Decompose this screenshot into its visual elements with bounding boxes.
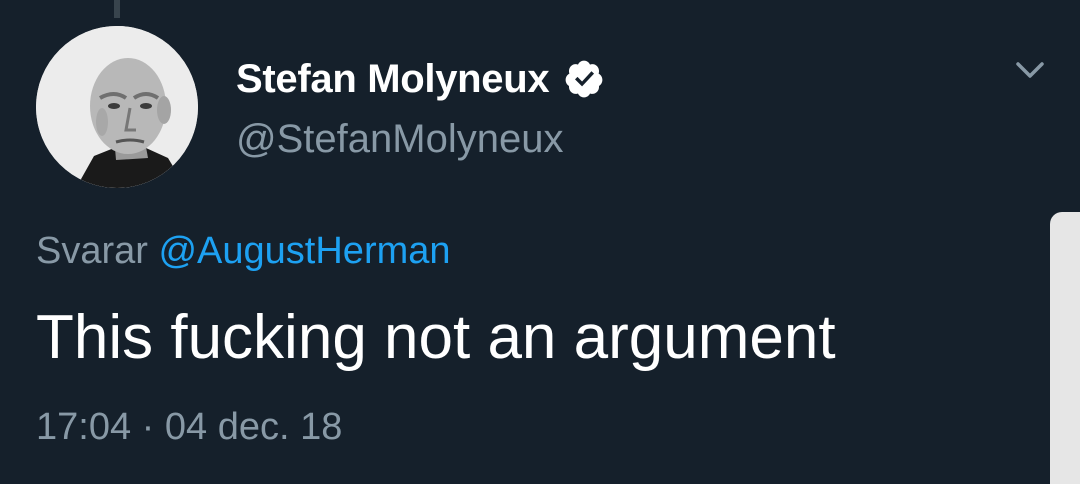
- tweet-card: Stefan Molyneux @StefanMolyneux Svarar @…: [0, 0, 1080, 484]
- reply-context: Svarar @AugustHerman: [36, 226, 451, 276]
- tweet-timestamp[interactable]: 17:04 · 04 dec. 18: [36, 402, 342, 452]
- author-handle[interactable]: @StefanMolyneux: [236, 114, 563, 164]
- avatar-image: [36, 26, 198, 188]
- tweet-text: This fucking not an argument: [36, 303, 836, 372]
- tweet-time: 17:04: [36, 406, 132, 448]
- thread-connector-line: [114, 0, 120, 18]
- verified-badge-icon: [563, 58, 605, 100]
- scrollbar[interactable]: [1050, 212, 1080, 484]
- avatar[interactable]: [36, 26, 198, 188]
- author-name-row[interactable]: Stefan Molyneux: [236, 54, 605, 104]
- reply-prefix: Svarar: [36, 230, 148, 272]
- chevron-down-icon[interactable]: [1010, 50, 1050, 90]
- author-display-name[interactable]: Stefan Molyneux: [236, 54, 550, 104]
- reply-mention-link[interactable]: @AugustHerman: [158, 230, 450, 272]
- tweet-date: 04 dec. 18: [164, 406, 343, 448]
- timestamp-separator: ·: [141, 406, 155, 448]
